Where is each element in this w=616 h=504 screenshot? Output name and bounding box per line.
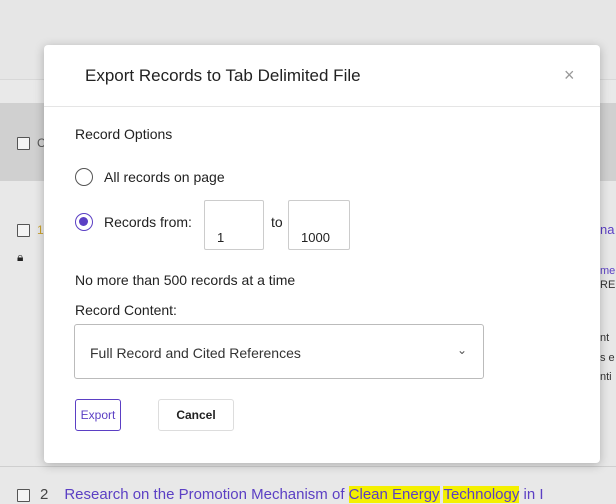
chevron-down-icon: ⌄: [456, 343, 467, 357]
range-to-input[interactable]: 1000: [288, 200, 350, 250]
export-button[interactable]: Export: [75, 399, 121, 431]
result-divider: [0, 466, 616, 467]
record-1-author-fragment[interactable]: me: [600, 265, 615, 277]
record-1-abstract-line3: nti: [600, 371, 612, 383]
record-1-checkbox[interactable]: [17, 224, 30, 237]
record-2-checkbox[interactable]: [17, 489, 30, 502]
record-content-select[interactable]: Full Record and Cited References ⌄: [74, 324, 484, 379]
record-1-number: 1: [37, 223, 44, 237]
limit-note: No more than 500 records at a time: [75, 272, 296, 288]
highlight-clean-energy: Clean Energy: [348, 486, 440, 503]
highlight-technology: Technology: [443, 486, 520, 503]
record-2-row: 2 Research on the Promotion Mechanism of …: [33, 486, 544, 503]
range-to-label: to: [271, 214, 283, 230]
dialog-title: Export Records to Tab Delimited File: [85, 66, 361, 85]
lock-icon: 🔒︎: [17, 250, 24, 264]
record-1-abstract-line1: nt: [600, 332, 610, 344]
range-from-input[interactable]: 1: [204, 200, 264, 250]
record-1-title-fragment[interactable]: na: [600, 222, 614, 237]
record-2-title-prefix: Research on the Promotion Mechanism of: [64, 486, 349, 503]
record-2-number: 2: [40, 486, 49, 503]
record-options-label: Record Options: [75, 126, 173, 142]
record-2-title-suffix: in I: [519, 486, 544, 503]
radio-all-records-label[interactable]: All records on page: [104, 169, 225, 185]
export-dialog: Export Records to Tab Delimited File × R…: [44, 45, 600, 463]
record-content-label: Record Content:: [75, 302, 177, 318]
record-1-source-fragment: RE: [600, 279, 616, 291]
record-2-title[interactable]: Research on the Promotion Mechanism of C…: [64, 486, 544, 503]
radio-records-range-label[interactable]: Records from:: [104, 214, 192, 230]
record-content-selected-value: Full Record and Cited References: [90, 345, 301, 361]
radio-records-range[interactable]: [75, 213, 93, 231]
close-icon[interactable]: ×: [564, 65, 575, 86]
cancel-button[interactable]: Cancel: [158, 399, 234, 431]
radio-all-records[interactable]: [75, 168, 93, 186]
dialog-header: Export Records to Tab Delimited File ×: [44, 45, 600, 107]
select-all-checkbox[interactable]: [17, 137, 30, 150]
record-1-abstract-line2: s e: [600, 352, 615, 364]
